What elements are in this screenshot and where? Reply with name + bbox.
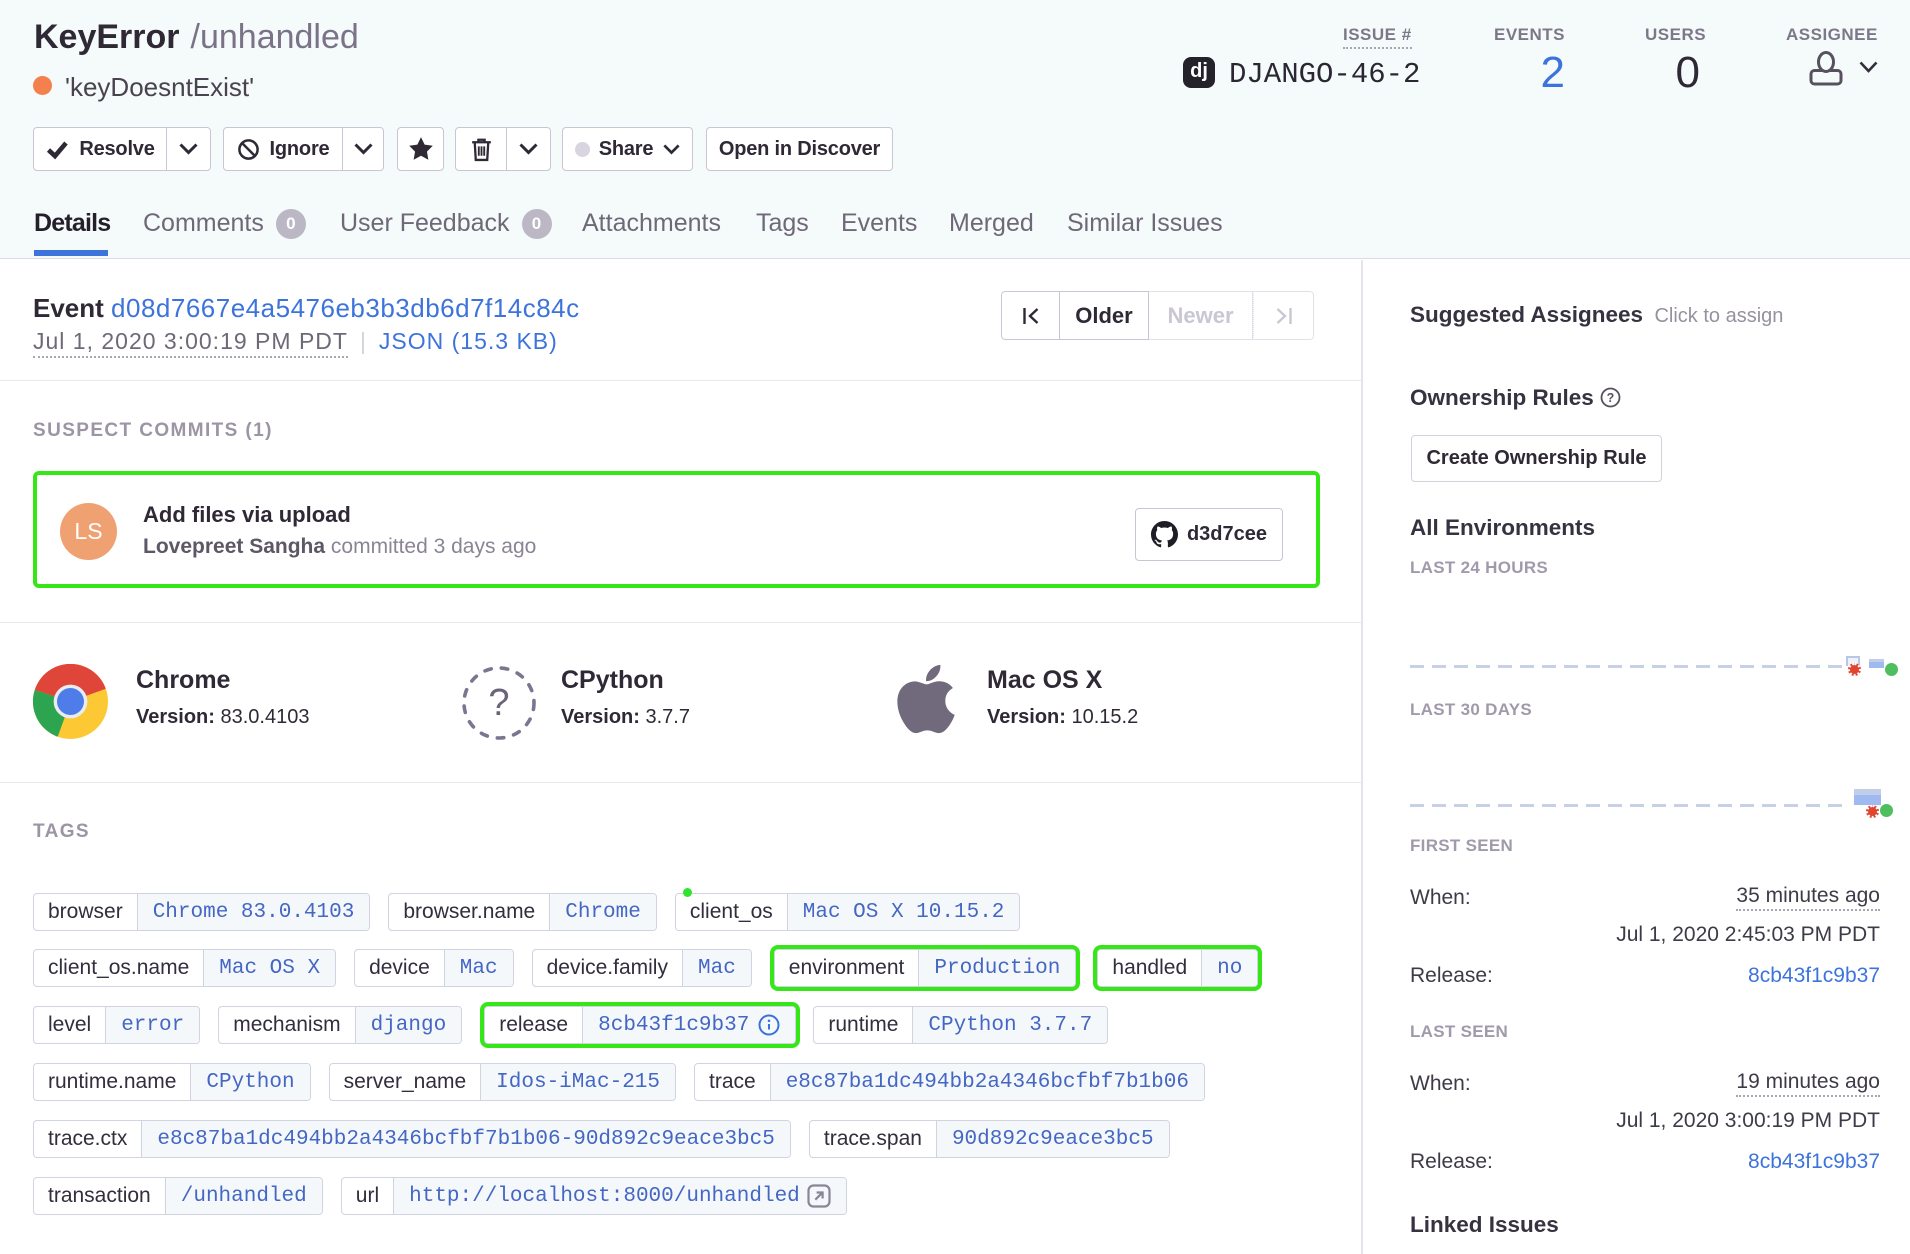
svg-text:?: ? xyxy=(1607,391,1615,405)
